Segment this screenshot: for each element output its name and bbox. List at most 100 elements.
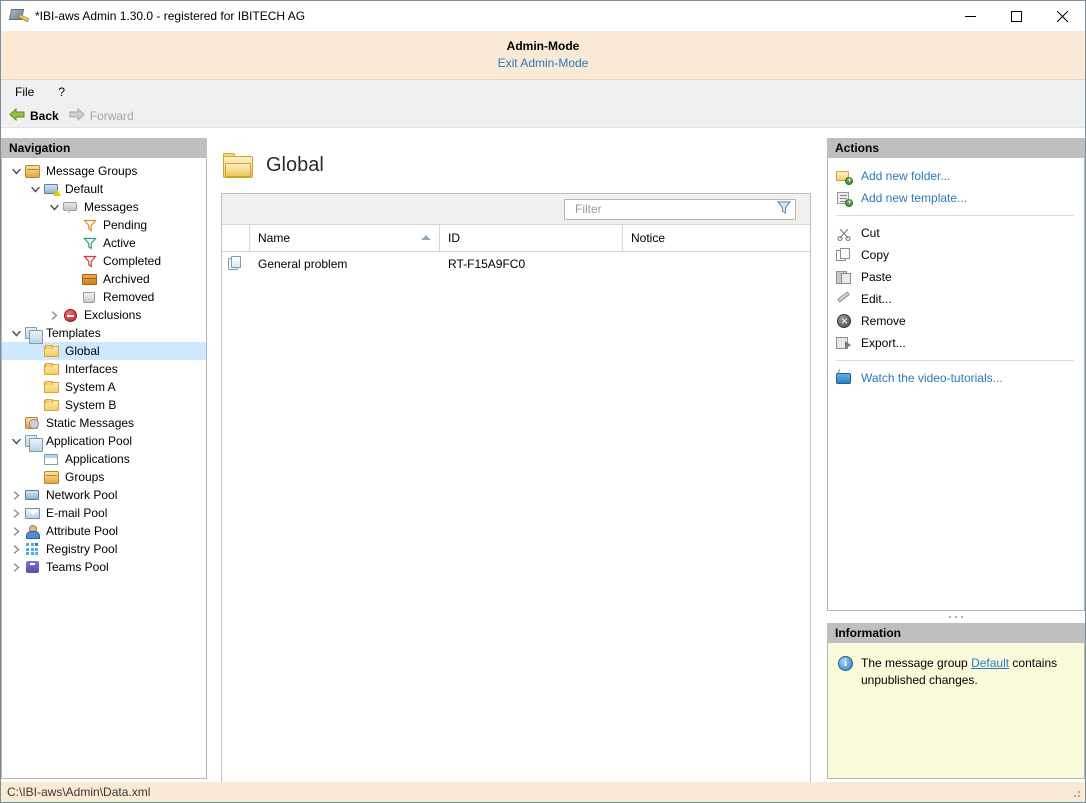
chevron-right-icon[interactable] [8, 486, 24, 504]
chevron-right-icon[interactable] [8, 558, 24, 576]
exit-admin-mode-link[interactable]: Exit Admin-Mode [498, 54, 589, 72]
tree-item-label: Groups [65, 468, 104, 486]
grid-header-row: Name ID Notice [222, 225, 810, 252]
forward-label: Forward [90, 109, 134, 123]
templates-icon [24, 433, 42, 449]
mail-icon [24, 505, 42, 521]
navigation-tree[interactable]: Message GroupsDefaultMessagesPendingActi… [1, 158, 207, 779]
folder-icon [43, 379, 61, 395]
tree-item-interfaces[interactable]: Interfaces [2, 360, 206, 378]
tree-item-applications[interactable]: Applications [2, 450, 206, 468]
twisty-placeholder [27, 378, 43, 396]
tree-item-pending[interactable]: Pending [2, 216, 206, 234]
chevron-down-icon[interactable] [8, 162, 24, 180]
menu-help[interactable]: ? [54, 83, 69, 101]
folder-icon [43, 397, 61, 413]
tree-item-messages[interactable]: Messages [2, 198, 206, 216]
chevron-down-icon[interactable] [27, 180, 43, 198]
tree-item-templates[interactable]: Templates [2, 324, 206, 342]
tree-item-email-pool[interactable]: E-mail Pool [2, 504, 206, 522]
column-header-id-label: ID [448, 231, 460, 245]
action-paste[interactable]: Paste [828, 266, 1084, 288]
action-label: Watch the video-tutorials... [861, 370, 1003, 387]
speech-icon [62, 199, 80, 215]
action-edit[interactable]: Edit... [828, 288, 1084, 310]
tree-item-completed[interactable]: Completed [2, 252, 206, 270]
panel-splitter[interactable] [827, 611, 1085, 623]
action-watch-video-tutorials[interactable]: Watch the video-tutorials... [828, 367, 1084, 389]
action-add-new-template[interactable]: Add new template... [828, 187, 1084, 209]
tree-item-default[interactable]: Default [2, 180, 206, 198]
funnel-red-icon [81, 253, 99, 269]
folder-icon [223, 153, 253, 178]
twisty-placeholder [65, 216, 81, 234]
action-label: Export... [861, 335, 906, 352]
column-header-notice[interactable]: Notice [623, 225, 810, 251]
scissors-icon [836, 225, 853, 242]
filter-input[interactable] [573, 201, 777, 217]
action-remove[interactable]: Remove [828, 310, 1084, 332]
tree-item-exclusions[interactable]: Exclusions [2, 306, 206, 324]
action-export[interactable]: Export... [828, 332, 1084, 354]
tree-item-system-b[interactable]: System B [2, 396, 206, 414]
tree-item-label: Interfaces [65, 360, 118, 378]
funnel-icon[interactable] [777, 201, 791, 217]
tree-item-message-groups[interactable]: Message Groups [2, 162, 206, 180]
filter-box[interactable] [564, 199, 796, 220]
gear-package-icon [24, 415, 42, 431]
cube-icon [43, 469, 61, 485]
tree-item-removed[interactable]: Removed [2, 288, 206, 306]
column-header-id[interactable]: ID [440, 225, 623, 251]
cell-id: RT-F15A9FC0 [440, 257, 623, 271]
funnel-orange-icon [81, 217, 99, 233]
tree-item-global[interactable]: Global [2, 342, 206, 360]
tree-item-registry-pool[interactable]: Registry Pool [2, 540, 206, 558]
back-button[interactable]: Back [9, 108, 59, 124]
chevron-right-icon[interactable] [8, 522, 24, 540]
chevron-right-icon[interactable] [46, 306, 62, 324]
tree-item-label: Applications [65, 450, 130, 468]
grid-rows: General problemRT-F15A9FC0 [222, 252, 810, 275]
navigation-toolbar: Back Forward [1, 104, 1085, 128]
chevron-right-icon[interactable] [8, 540, 24, 558]
actions-separator [836, 215, 1074, 216]
menu-file[interactable]: File [11, 83, 38, 101]
tree-item-system-a[interactable]: System A [2, 378, 206, 396]
chevron-right-icon[interactable] [8, 504, 24, 522]
tree-item-archived[interactable]: Archived [2, 270, 206, 288]
action-cut[interactable]: Cut [828, 222, 1084, 244]
minimize-button[interactable] [947, 1, 993, 31]
actions-list: Add new folder...Add new template... CutC… [827, 158, 1085, 611]
chevron-down-icon[interactable] [46, 198, 62, 216]
column-header-notice-label: Notice [631, 231, 665, 245]
tree-item-active[interactable]: Active [2, 234, 206, 252]
information-body: The message group Default contains unpub… [827, 643, 1085, 779]
twisty-placeholder [65, 270, 81, 288]
add-folder-icon [836, 168, 853, 185]
column-header-name-label: Name [258, 231, 290, 245]
tree-item-attribute-pool[interactable]: Attribute Pool [2, 522, 206, 540]
tree-item-label: Default [65, 180, 103, 198]
tree-item-network-pool[interactable]: Network Pool [2, 486, 206, 504]
tree-item-groups[interactable]: Groups [2, 468, 206, 486]
table-row[interactable]: General problemRT-F15A9FC0 [222, 252, 810, 275]
maximize-button[interactable] [993, 1, 1039, 31]
action-add-new-folder[interactable]: Add new folder... [828, 165, 1084, 187]
tree-item-static-messages[interactable]: Static Messages [2, 414, 206, 432]
info-default-link[interactable]: Default [971, 656, 1009, 670]
tree-item-label: System A [65, 378, 116, 396]
tree-item-application-pool[interactable]: Application Pool [2, 432, 206, 450]
forward-arrow-icon [69, 108, 85, 124]
forward-button[interactable]: Forward [69, 108, 134, 124]
action-copy[interactable]: Copy [828, 244, 1084, 266]
status-bar: C:\IBI-aws\Admin\Data.xml [1, 782, 1085, 802]
cube-icon [24, 163, 42, 179]
column-header-name[interactable]: Name [250, 225, 440, 251]
close-button[interactable] [1039, 1, 1085, 31]
action-label: Edit... [861, 291, 892, 308]
chevron-down-icon[interactable] [8, 432, 24, 450]
chevron-down-icon[interactable] [8, 324, 24, 342]
info-icon [838, 656, 853, 671]
resize-grip[interactable] [1070, 787, 1082, 799]
tree-item-teams-pool[interactable]: Teams Pool [2, 558, 206, 576]
